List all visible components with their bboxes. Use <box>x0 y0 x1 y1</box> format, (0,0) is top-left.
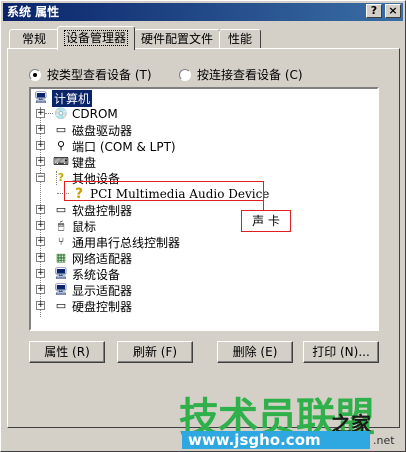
close-button[interactable]: × <box>385 4 401 18</box>
tab-device-manager-label: 设备管理器 <box>64 30 129 46</box>
tab-performance[interactable]: 性能 <box>219 29 261 49</box>
tab-device-manager[interactable]: 设备管理器 <box>57 26 135 50</box>
tab-performance-label: 性能 <box>227 32 252 46</box>
title-bar: 系统 属性 <box>3 3 403 21</box>
tab-panel <box>7 48 400 428</box>
tab-general[interactable]: 常规 <box>9 29 59 49</box>
watermark-url: www.jsgho.com <box>182 431 370 449</box>
watermark-net: .net <box>373 434 395 447</box>
window-title: 系统 属性 <box>7 5 60 19</box>
help-button[interactable]: ? <box>366 4 382 18</box>
system-properties-window: 系统 属性 ? × 常规 设备管理器 硬件配置文件 性能 按类型查看设备 (T)… <box>0 0 406 452</box>
tab-general-label: 常规 <box>21 32 46 46</box>
tab-hardware-profiles[interactable]: 硬件配置文件 <box>134 29 220 49</box>
tab-hardware-profiles-label: 硬件配置文件 <box>141 32 214 46</box>
